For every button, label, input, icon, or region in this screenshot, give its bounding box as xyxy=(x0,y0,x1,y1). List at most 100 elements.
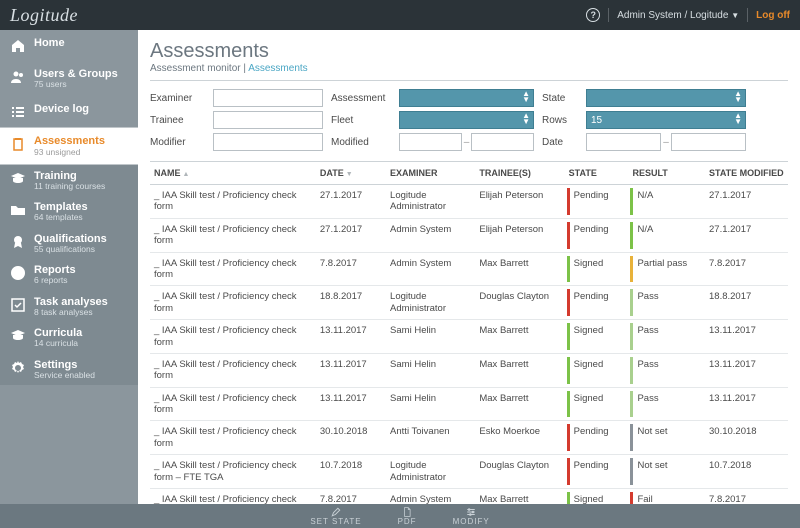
cell-state: Pending xyxy=(565,455,629,489)
sidebar-item-taskanalyses[interactable]: Task analyses8 task analyses xyxy=(0,291,138,322)
cell-name: _ IAA Skill test / Proficiency check for… xyxy=(150,421,316,455)
sidebar-item-settings[interactable]: SettingsService enabled xyxy=(0,354,138,385)
cell-name: _ IAA Skill test / Proficiency check for… xyxy=(150,185,316,219)
filter-date-range: – xyxy=(586,133,746,151)
logoff-link[interactable]: Log off xyxy=(756,10,790,21)
pencil-icon xyxy=(330,507,342,517)
cell-state: Pending xyxy=(565,421,629,455)
table-row[interactable]: _ IAA Skill test / Proficiency check for… xyxy=(150,455,788,489)
list-icon xyxy=(10,103,26,120)
sidebar-item-devicelog[interactable]: Device log xyxy=(0,96,138,127)
cell-name: _ IAA Skill test / Proficiency check for… xyxy=(150,455,316,489)
cell-state-modified: 10.7.2018 xyxy=(705,455,788,489)
table-row[interactable]: _ IAA Skill test / Proficiency check for… xyxy=(150,286,788,320)
filter-fleet-select[interactable]: ▲▼ xyxy=(399,111,534,129)
cell-date: 27.1.2017 xyxy=(316,218,386,252)
sidebar-item-templates[interactable]: Templates64 templates xyxy=(0,196,138,227)
filter-rows-select[interactable]: 15▲▼ xyxy=(586,111,746,129)
user-menu[interactable]: Admin System / Logitude ▼ xyxy=(617,10,739,21)
results-table-scroll[interactable]: NAME▲ DATE▼ EXAMINER TRAINEE(S) STATE RE… xyxy=(150,161,788,504)
chevron-down-icon: ▼ xyxy=(731,11,739,20)
sidebar-item-qualifications[interactable]: Qualifications55 qualifications xyxy=(0,228,138,259)
filter-label-trainee: Trainee xyxy=(150,115,205,126)
sliders-icon xyxy=(465,507,477,517)
col-state-modified[interactable]: STATE MODIFIED xyxy=(705,162,788,185)
cell-date: 18.8.2017 xyxy=(316,286,386,320)
cell-examiner: Sami Helin xyxy=(386,320,475,354)
separator xyxy=(150,80,788,81)
filter-label-modified: Modified xyxy=(331,137,391,148)
cell-name: _ IAA Skill test / Proficiency check for… xyxy=(150,218,316,252)
col-name[interactable]: NAME▲ xyxy=(150,162,316,185)
table-row[interactable]: _ IAA Skill test / Proficiency check for… xyxy=(150,353,788,387)
filter-label-state: State xyxy=(542,93,578,104)
col-trainees[interactable]: TRAINEE(S) xyxy=(475,162,564,185)
cell-state-modified: 13.11.2017 xyxy=(705,353,788,387)
cell-examiner: Admin System xyxy=(386,252,475,286)
sidebar-item-home[interactable]: Home xyxy=(0,30,138,61)
filter-date-to[interactable] xyxy=(671,133,746,151)
sidebar-item-subtitle: 6 reports xyxy=(34,276,76,285)
pdf-action[interactable]: PDF xyxy=(398,507,417,526)
sidebar-item-subtitle: 64 templates xyxy=(34,213,88,222)
sidebar-item-reports[interactable]: Reports6 reports xyxy=(0,259,138,290)
col-state[interactable]: STATE xyxy=(565,162,629,185)
table-row[interactable]: _ IAA Skill test / Proficiency check for… xyxy=(150,489,788,504)
home-icon xyxy=(10,37,26,54)
filter-modified-to[interactable] xyxy=(471,133,534,151)
table-row[interactable]: _ IAA Skill test / Proficiency check for… xyxy=(150,185,788,219)
bottom-toolbar: SET STATE PDF MODIFY xyxy=(0,504,800,528)
cell-name: _ IAA Skill test / Proficiency check for… xyxy=(150,353,316,387)
cell-state: Pending xyxy=(565,286,629,320)
table-row[interactable]: _ IAA Skill test / Proficiency check for… xyxy=(150,421,788,455)
cell-trainee: Max Barrett xyxy=(475,387,564,421)
filter-label-rows: Rows xyxy=(542,115,578,126)
cell-result: N/A xyxy=(628,218,705,252)
table-row[interactable]: _ IAA Skill test / Proficiency check for… xyxy=(150,218,788,252)
table-row[interactable]: _ IAA Skill test / Proficiency check for… xyxy=(150,320,788,354)
pie-icon xyxy=(10,264,26,281)
sidebar-item-assessments[interactable]: Assessments93 unsigned xyxy=(0,127,138,164)
cell-result: Pass xyxy=(628,320,705,354)
sidebar-item-users[interactable]: Users & Groups75 users xyxy=(0,61,138,96)
sidebar-item-subtitle: 11 training courses xyxy=(34,182,105,191)
filter-examiner-input[interactable] xyxy=(213,89,323,107)
cell-state: Pending xyxy=(565,185,629,219)
col-date[interactable]: DATE▼ xyxy=(316,162,386,185)
col-examiner[interactable]: EXAMINER xyxy=(386,162,475,185)
cell-examiner: Logitude Administrator xyxy=(386,286,475,320)
sidebar-item-curricula[interactable]: Curricula14 curricula xyxy=(0,322,138,353)
filter-date-from[interactable] xyxy=(586,133,661,151)
filter-state-select[interactable]: ▲▼ xyxy=(586,89,746,107)
col-result[interactable]: RESULT xyxy=(628,162,705,185)
cell-state-modified: 30.10.2018 xyxy=(705,421,788,455)
cell-state-modified: 27.1.2017 xyxy=(705,185,788,219)
cell-name: _ IAA Skill test / Proficiency check for… xyxy=(150,286,316,320)
filter-modified-from[interactable] xyxy=(399,133,462,151)
cell-trainee: Douglas Clayton xyxy=(475,455,564,489)
cell-date: 30.10.2018 xyxy=(316,421,386,455)
clipboard-icon xyxy=(10,135,26,152)
cell-date: 7.8.2017 xyxy=(316,489,386,504)
filter-trainee-input[interactable] xyxy=(213,111,323,129)
topbar-right: ? Admin System / Logitude ▼ Log off xyxy=(586,8,790,22)
cell-name: _ IAA Skill test / Proficiency check for… xyxy=(150,387,316,421)
filter-assessment-select[interactable]: ▲▼ xyxy=(399,89,534,107)
breadcrumb-parent[interactable]: Assessment monitor xyxy=(150,63,241,74)
cell-state-modified: 18.8.2017 xyxy=(705,286,788,320)
cell-name: _ IAA Skill test / Proficiency check for… xyxy=(150,252,316,286)
table-row[interactable]: _ IAA Skill test / Proficiency check for… xyxy=(150,387,788,421)
cell-result: N/A xyxy=(628,185,705,219)
filter-modifier-input[interactable] xyxy=(213,133,323,151)
cell-trainee: Elijah Peterson xyxy=(475,218,564,252)
breadcrumb: Assessment monitor | Assessments xyxy=(150,63,788,74)
help-icon[interactable]: ? xyxy=(586,8,600,22)
table-row[interactable]: _ IAA Skill test / Proficiency check for… xyxy=(150,252,788,286)
sidebar-item-training[interactable]: Training11 training courses xyxy=(0,165,138,196)
modify-action[interactable]: MODIFY xyxy=(453,507,490,526)
cell-examiner: Logitude Administrator xyxy=(386,455,475,489)
cell-examiner: Sami Helin xyxy=(386,387,475,421)
cell-state: Signed xyxy=(565,353,629,387)
filter-label-modifier: Modifier xyxy=(150,137,205,148)
set-state-action[interactable]: SET STATE xyxy=(310,507,361,526)
